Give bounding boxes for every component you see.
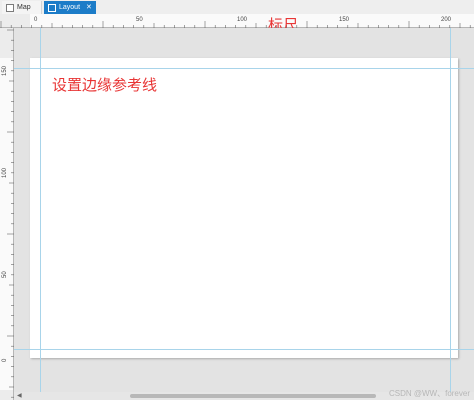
- ruler-label: 100: [2, 167, 8, 178]
- ruler-label: 150: [339, 17, 350, 23]
- ruler-label: 50: [2, 271, 8, 278]
- ruler-label: 150: [2, 65, 8, 76]
- layout-icon: [48, 3, 56, 12]
- tab-layout[interactable]: Layout ✕: [44, 1, 96, 14]
- ruler-label: 200: [441, 17, 452, 23]
- layout-canvas[interactable]: 设置边缘参考线: [14, 28, 474, 392]
- tab-map[interactable]: Map: [2, 1, 42, 14]
- ruler-label: 50: [136, 17, 143, 23]
- vertical-ruler[interactable]: 150 100 50 0: [0, 28, 14, 400]
- map-icon: [6, 3, 14, 12]
- tab-layout-label: Layout: [59, 3, 81, 11]
- scroll-left-icon[interactable]: ◀: [17, 392, 22, 400]
- watermark: CSDN @WW、forever: [388, 389, 470, 398]
- close-icon[interactable]: ✕: [86, 2, 92, 14]
- ruler-label: 100: [237, 17, 248, 23]
- tab-map-label: Map: [17, 3, 31, 11]
- horizontal-ruler[interactable]: 0 50 100 150 200: [0, 14, 474, 28]
- scrollbar-thumb[interactable]: [130, 394, 376, 398]
- guides-overlay: [14, 28, 474, 392]
- tab-bar: Map Layout ✕: [0, 0, 474, 14]
